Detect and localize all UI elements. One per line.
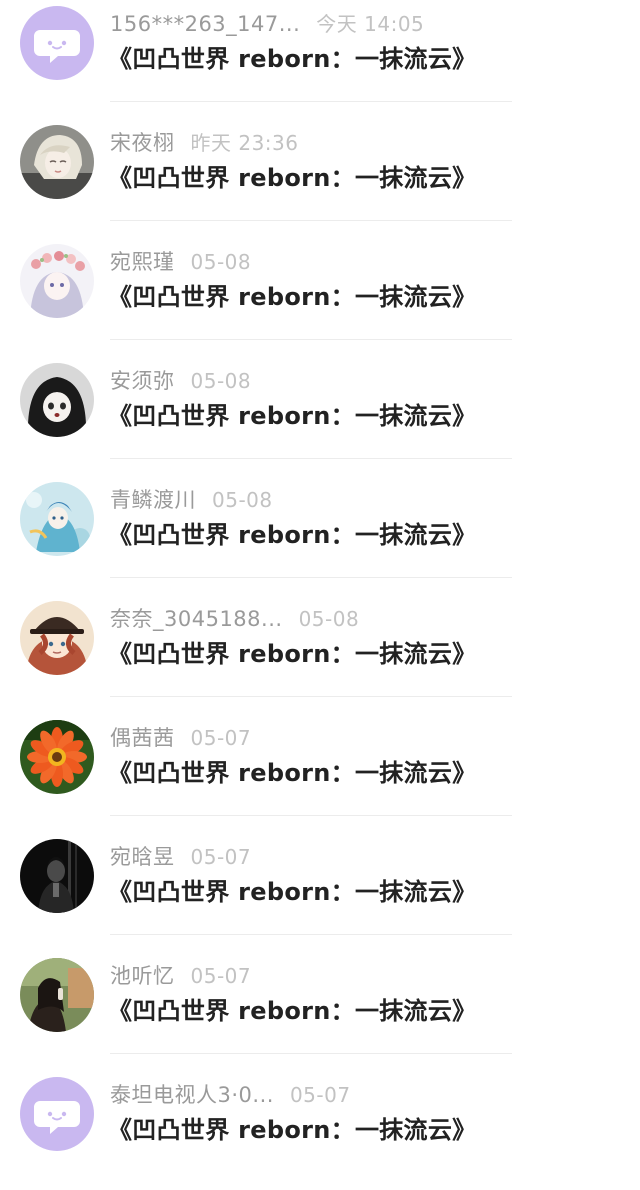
comment-text: 《凹凸世界 reborn：一抹流云》 <box>108 878 477 906</box>
timestamp: 05-08 <box>298 607 360 631</box>
timestamp: 05-08 <box>212 488 273 512</box>
divider <box>110 339 512 340</box>
username[interactable]: 池听忆 <box>110 964 175 988</box>
username[interactable]: 偶茜茜 <box>110 726 175 750</box>
divider <box>110 220 512 221</box>
anime-dark-hair-avatar-icon[interactable] <box>20 363 94 437</box>
comment-text: 《凹凸世界 reborn：一抹流云》 <box>108 402 477 430</box>
comment-text: 《凹凸世界 reborn：一抹流云》 <box>108 521 477 549</box>
list-item[interactable]: 泰坦电视人3·0... 05-07 《凹凸世界 reborn：一抹流云》 <box>0 1071 640 1190</box>
divider <box>110 577 512 578</box>
list-item[interactable]: 池听忆 05-07 《凹凸世界 reborn：一抹流云》 <box>0 952 640 1071</box>
timestamp: 05-07 <box>190 726 252 750</box>
divider <box>110 696 512 697</box>
divider <box>110 1053 512 1054</box>
username[interactable]: 青鳞渡川 <box>110 488 196 512</box>
orange-flower-avatar-icon[interactable] <box>20 720 94 794</box>
username[interactable]: 泰坦电视人3·0... <box>110 1083 274 1107</box>
default-chat-avatar-icon[interactable] <box>20 1077 94 1151</box>
timestamp: 05-07 <box>289 1083 351 1107</box>
timestamp: 今天 14:05 <box>316 12 425 36</box>
divider <box>110 934 512 935</box>
list-item[interactable]: 安须弥 05-08 《凹凸世界 reborn：一抹流云》 <box>0 357 640 476</box>
comment-text: 《凹凸世界 reborn：一抹流云》 <box>108 997 477 1025</box>
username[interactable]: 奈奈_3045188... <box>110 607 283 631</box>
username[interactable]: 宛晗昱 <box>110 845 175 869</box>
comment-text: 《凹凸世界 reborn：一抹流云》 <box>108 759 477 787</box>
username[interactable]: 安须弥 <box>110 369 175 393</box>
comment-text: 《凹凸世界 reborn：一抹流云》 <box>108 164 477 192</box>
timestamp: 05-07 <box>190 964 252 988</box>
default-chat-avatar-icon[interactable] <box>20 6 94 80</box>
comment-text: 《凹凸世界 reborn：一抹流云》 <box>108 45 477 73</box>
timestamp: 05-07 <box>190 845 252 869</box>
list-item[interactable]: 青鳞渡川 05-08 《凹凸世界 reborn：一抹流云》 <box>0 476 640 595</box>
divider <box>110 458 512 459</box>
timestamp: 05-08 <box>190 250 252 274</box>
comment-text: 《凹凸世界 reborn：一抹流云》 <box>108 1116 477 1144</box>
list-item[interactable]: 宛晗昱 05-07 《凹凸世界 reborn：一抹流云》 <box>0 833 640 952</box>
dark-figure-avatar-icon[interactable] <box>20 839 94 913</box>
anime-blue-avatar-icon[interactable] <box>20 482 94 556</box>
list-item[interactable]: 宛熙瑾 05-08 《凹凸世界 reborn：一抹流云》 <box>0 238 640 357</box>
divider <box>110 101 512 102</box>
anime-hat-avatar-icon[interactable] <box>20 601 94 675</box>
list-item[interactable]: 宋夜栩 昨天 23:36 《凹凸世界 reborn：一抹流云》 <box>0 119 640 238</box>
anime-girl-avatar-icon[interactable] <box>20 125 94 199</box>
timestamp: 05-08 <box>190 369 252 393</box>
username[interactable]: 宋夜栩 <box>110 131 175 155</box>
photo-girl-avatar-icon[interactable] <box>20 958 94 1032</box>
divider <box>110 815 512 816</box>
comment-text: 《凹凸世界 reborn：一抹流云》 <box>108 283 477 311</box>
comment-text: 《凹凸世界 reborn：一抹流云》 <box>108 640 477 668</box>
username[interactable]: 宛熙瑾 <box>110 250 175 274</box>
list-item[interactable]: 偶茜茜 05-07 《凹凸世界 reborn：一抹流云》 <box>0 714 640 833</box>
list-item[interactable]: 156***263_147... 今天 14:05 《凹凸世界 reborn：一抹… <box>0 0 640 119</box>
timestamp: 昨天 23:36 <box>190 131 299 155</box>
list-item[interactable]: 奈奈_3045188... 05-08 《凹凸世界 reborn：一抹流云》 <box>0 595 640 714</box>
comment-list: 156***263_147... 今天 14:05 《凹凸世界 reborn：一抹… <box>0 0 640 1167</box>
username[interactable]: 156***263_147... <box>110 12 300 36</box>
anime-flower-crown-avatar-icon[interactable] <box>20 244 94 318</box>
